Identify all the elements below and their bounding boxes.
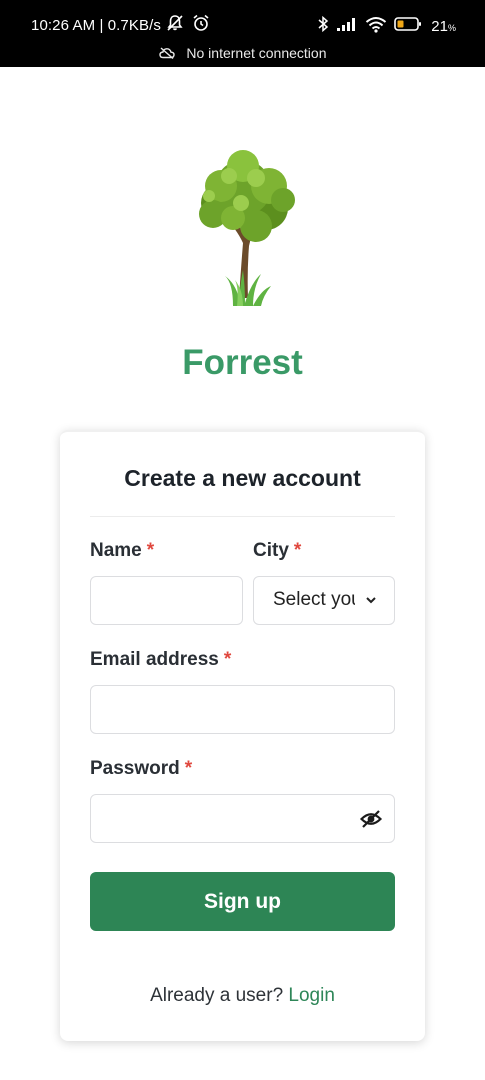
login-prompt: Already a user? Login [60, 985, 425, 1007]
no-internet-notice: No internet connection [0, 45, 485, 61]
required-marker: * [293, 540, 302, 561]
email-label: Email address * [90, 649, 231, 671]
alarm-icon [192, 14, 210, 37]
mute-notifications-icon [166, 14, 184, 37]
battery-level: 21% [431, 18, 456, 35]
wifi-icon [365, 16, 387, 38]
name-label: Name * [90, 540, 154, 562]
signup-card: Create a new account Name * City * Select … [60, 430, 425, 1041]
city-select[interactable]: Select your city [253, 576, 395, 625]
name-label-text: Name [90, 540, 142, 561]
signal-icon [336, 16, 358, 37]
password-label-text: Password [90, 758, 180, 779]
required-marker: * [223, 649, 232, 670]
email-label-text: Email address [90, 649, 219, 670]
battery-icon [394, 16, 422, 37]
email-input[interactable] [91, 686, 394, 733]
bluetooth-icon [317, 15, 329, 38]
required-marker: * [146, 540, 155, 561]
status-right-icons: 21% [317, 15, 456, 38]
name-field[interactable] [90, 576, 243, 625]
name-input[interactable] [91, 577, 242, 624]
no-internet-text: No internet connection [186, 45, 327, 61]
password-field[interactable] [90, 794, 395, 843]
status-bar: 10:26 AM | 0.7KB/s 21% No internet conne… [0, 0, 485, 67]
city-select-value: Select your city [273, 589, 355, 610]
status-left-icons [166, 14, 210, 37]
cloud-off-icon [158, 45, 179, 61]
login-link[interactable]: Login [288, 985, 335, 1006]
login-prompt-text: Already a user? [150, 985, 284, 1006]
tree-icon [181, 148, 307, 312]
password-label: Password * [90, 758, 192, 780]
brand-title: Forrest [182, 343, 303, 382]
city-label-text: City [253, 540, 289, 561]
status-time: 10:26 AM | 0.7KB/s [31, 17, 161, 34]
chevron-down-icon [364, 593, 378, 612]
required-marker: * [184, 758, 193, 779]
form-title: Create a new account [124, 465, 361, 491]
eye-off-icon[interactable] [359, 809, 383, 834]
title-divider [90, 516, 395, 517]
signup-button[interactable]: Sign up [90, 872, 395, 931]
email-field[interactable] [90, 685, 395, 734]
password-input[interactable] [91, 795, 394, 842]
city-label: City * [253, 540, 301, 562]
